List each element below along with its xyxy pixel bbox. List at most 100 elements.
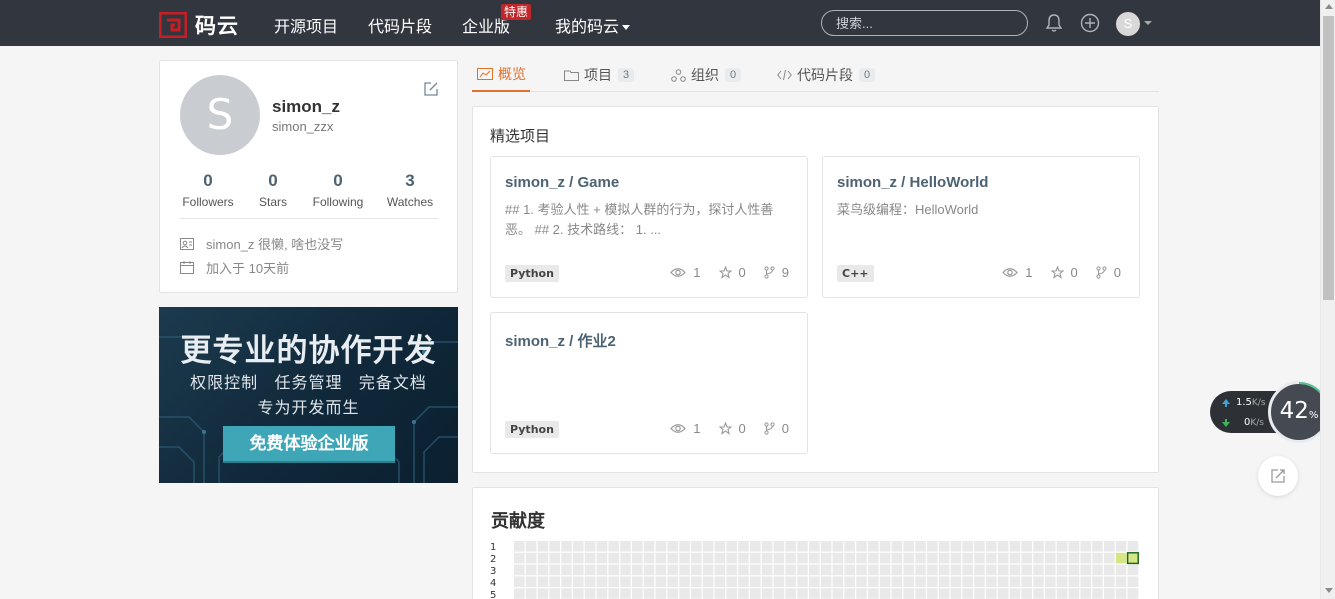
contribution-cell[interactable]	[879, 588, 891, 599]
contribution-cell[interactable]	[868, 588, 879, 599]
fork-icon[interactable]	[764, 422, 775, 435]
contribution-cell[interactable]	[537, 541, 549, 552]
contribution-cell[interactable]	[1009, 576, 1021, 587]
contribution-cell[interactable]	[1127, 564, 1139, 576]
contribution-cell[interactable]	[868, 576, 879, 587]
contribution-cell[interactable]	[1080, 541, 1091, 552]
contribution-cell[interactable]	[620, 564, 631, 576]
contribution-cell[interactable]	[938, 564, 950, 576]
contribution-cell[interactable]	[809, 576, 820, 587]
nav-open-source[interactable]: 开源项目	[274, 13, 338, 37]
contribution-cell[interactable]	[891, 588, 903, 599]
contribution-cell[interactable]	[1080, 552, 1091, 564]
contribution-cell[interactable]	[1104, 541, 1115, 552]
contribution-cell[interactable]	[1092, 588, 1103, 599]
contribution-cell[interactable]	[573, 588, 584, 599]
nav-snippets[interactable]: 代码片段	[368, 13, 432, 37]
contribution-cell[interactable]	[620, 576, 631, 587]
contribution-cell[interactable]	[820, 541, 832, 552]
contribution-cell[interactable]	[962, 552, 973, 564]
contribution-cell[interactable]	[691, 588, 702, 599]
contribution-cell[interactable]	[974, 564, 985, 576]
contribution-cell[interactable]	[1033, 541, 1044, 552]
contribution-cell[interactable]	[537, 588, 549, 599]
contribution-cell[interactable]	[1068, 564, 1080, 576]
contribution-cell[interactable]	[655, 564, 667, 576]
contribution-cell[interactable]	[679, 552, 690, 564]
contribution-cell[interactable]	[797, 576, 808, 587]
contribution-cell[interactable]	[702, 564, 714, 576]
tab-snippets[interactable]: 代码片段 0	[777, 58, 876, 92]
contribution-cell[interactable]	[820, 576, 832, 587]
contribution-cell[interactable]	[679, 576, 690, 587]
tab-organizations[interactable]: 组织 0	[671, 58, 742, 92]
contribution-cell[interactable]	[750, 541, 761, 552]
contribution-cell[interactable]	[620, 552, 631, 564]
contribution-cell[interactable]	[584, 552, 596, 564]
contribution-cell[interactable]	[1021, 588, 1032, 599]
contribution-cell[interactable]	[974, 576, 985, 587]
logo[interactable]: 码云	[158, 10, 239, 40]
contribution-cell[interactable]	[573, 552, 584, 564]
contribution-cell[interactable]	[773, 576, 785, 587]
contribution-cell[interactable]	[997, 576, 1009, 587]
contribution-cell[interactable]	[938, 541, 950, 552]
contribution-cell[interactable]	[525, 552, 537, 564]
contribution-cell[interactable]	[938, 552, 950, 564]
contribution-cell[interactable]	[927, 588, 938, 599]
share-button[interactable]	[1258, 456, 1298, 496]
contribution-cell[interactable]	[797, 552, 808, 564]
contribution-cell[interactable]	[667, 541, 678, 552]
contribution-cell[interactable]	[643, 576, 655, 587]
contribution-cell[interactable]	[785, 564, 796, 576]
repo-link[interactable]: simon_z / 作业2	[505, 330, 616, 351]
contribution-cell[interactable]	[537, 576, 549, 587]
contribution-cell[interactable]	[879, 541, 891, 552]
page-scrollbar[interactable]	[1320, 0, 1335, 599]
contribution-cell[interactable]	[643, 588, 655, 599]
contribution-cell[interactable]	[1056, 564, 1068, 576]
plus-circle-icon[interactable]	[1080, 13, 1100, 36]
contribution-cell[interactable]	[525, 576, 537, 587]
contribution-cell[interactable]	[915, 576, 926, 587]
contribution-cell[interactable]	[549, 541, 560, 552]
repo-link[interactable]: simon_z / Game	[505, 174, 619, 191]
contribution-cell[interactable]	[643, 552, 655, 564]
repo-link[interactable]: simon_z / HelloWorld	[837, 174, 988, 191]
contribution-cell[interactable]	[927, 576, 938, 587]
contribution-cell[interactable]	[809, 564, 820, 576]
contribution-cell[interactable]	[950, 552, 962, 564]
contribution-cell[interactable]	[667, 576, 678, 587]
contribution-cell[interactable]	[927, 541, 938, 552]
contribution-cell[interactable]	[856, 588, 867, 599]
contribution-cell[interactable]	[1033, 552, 1044, 564]
contribution-cell[interactable]	[738, 552, 749, 564]
fork-icon[interactable]	[764, 266, 775, 279]
contribution-cell[interactable]	[868, 564, 879, 576]
contribution-cell[interactable]	[667, 588, 678, 599]
contribution-cell[interactable]	[632, 576, 643, 587]
contribution-cell[interactable]	[962, 541, 973, 552]
contribution-cell[interactable]	[750, 552, 761, 564]
contribution-cell[interactable]	[620, 541, 631, 552]
contribution-cell[interactable]	[761, 552, 773, 564]
contribution-cell[interactable]	[726, 564, 737, 576]
contribution-cell[interactable]	[549, 564, 560, 576]
contribution-cell[interactable]	[1068, 552, 1080, 564]
contribution-cell[interactable]	[950, 588, 962, 599]
contribution-cell[interactable]	[561, 552, 572, 564]
contribution-cell[interactable]	[1115, 576, 1127, 587]
contribution-cell[interactable]	[643, 541, 655, 552]
contribution-cell[interactable]	[950, 576, 962, 587]
contribution-cell[interactable]	[844, 576, 855, 587]
contribution-cell[interactable]	[726, 552, 737, 564]
contribution-cell[interactable]	[1021, 541, 1032, 552]
contribution-cell[interactable]	[903, 588, 914, 599]
contribution-cell[interactable]	[962, 588, 973, 599]
contribution-cell[interactable]	[1056, 552, 1068, 564]
contribution-cell[interactable]	[714, 552, 726, 564]
contribution-cell[interactable]	[915, 564, 926, 576]
user-avatar[interactable]: S	[1116, 12, 1140, 36]
contribution-cell[interactable]	[1068, 576, 1080, 587]
contribution-cell[interactable]	[997, 588, 1009, 599]
